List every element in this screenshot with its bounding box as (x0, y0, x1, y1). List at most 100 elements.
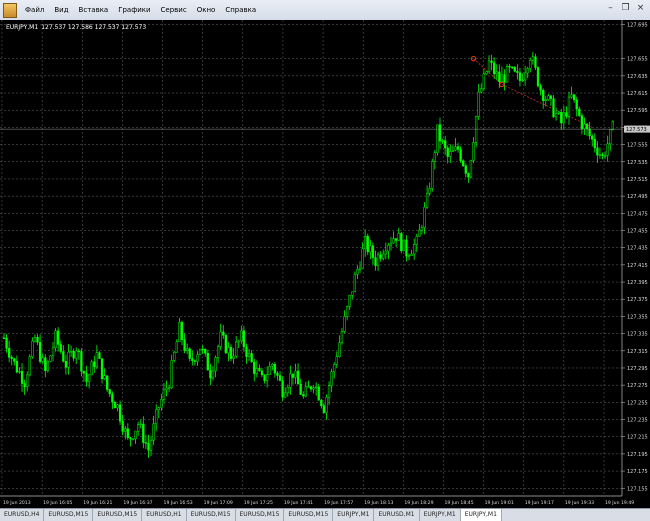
tab-eurjpy-m1[interactable]: EURJPY,M1 (460, 509, 502, 521)
candle-body (100, 358, 104, 379)
candle-body (222, 331, 225, 336)
tab-eurusd-m15[interactable]: EURUSD,M15 (44, 509, 94, 521)
candle-body (366, 235, 369, 253)
candle-body (235, 341, 238, 357)
candle-body (258, 368, 261, 372)
tab-eurusd-m15[interactable]: EURUSD,M15 (235, 509, 285, 521)
candle-body (15, 360, 19, 373)
candle-body (575, 99, 578, 110)
menu-item-charts[interactable]: Графики (113, 0, 155, 20)
x-tick-label: 19 Jun 19:49 (605, 500, 634, 506)
restore-icon[interactable]: ❐ (620, 3, 631, 14)
candle-body (397, 233, 400, 241)
candle-body (446, 147, 449, 157)
trend-line[interactable] (473, 58, 503, 85)
menu-item-insert[interactable]: Вставка (74, 0, 114, 20)
candle-body (516, 70, 519, 73)
tab-eurjpy-m1[interactable]: EURJPY,M1 (333, 509, 375, 521)
candle-body (167, 387, 171, 389)
chart-area[interactable]: 127.695 127.655 127.635 127.615 127.595 127.5… (0, 20, 650, 508)
y-tick-label: 127.195 (627, 452, 648, 458)
candle-body (498, 71, 501, 82)
candle-body (392, 238, 395, 244)
tab-eurusd-h4[interactable]: EURUSD,H4 (0, 509, 45, 521)
candle-body (178, 321, 181, 343)
candle-body (20, 371, 24, 384)
candle-body (219, 331, 222, 347)
tab-eurusd-m15[interactable]: EURUSD,M15 (284, 509, 334, 521)
candle-body (335, 356, 338, 365)
y-tick-label: 127.295 (627, 366, 648, 372)
candle-body (317, 386, 320, 401)
y-tick-label: 127.455 (627, 229, 648, 235)
candle-body (75, 350, 78, 359)
y-tick-label: 127.315 (627, 349, 648, 355)
candle-body (309, 386, 313, 390)
x-tick-label: 19 Jun 18:29 (404, 500, 433, 506)
candle-body (601, 154, 604, 156)
minimize-icon[interactable]: – (605, 3, 616, 14)
tab-eurjpy-m1[interactable]: EURJPY,M1 (419, 509, 461, 521)
candle-body (307, 386, 310, 388)
tab-eurusd-m1[interactable]: EURUSD,M1 (374, 509, 420, 521)
candle-body (369, 245, 372, 253)
y-tick-label: 127.415 (627, 263, 648, 269)
candle-body (95, 352, 99, 368)
candle-body (260, 370, 264, 376)
candle-body (387, 244, 390, 252)
candle-body (451, 150, 455, 152)
candle-body (8, 348, 11, 358)
candle-body (562, 112, 565, 124)
time-axis: 19 Jun 2013 19 Jun 16:05 19 Jun 16:21 19 Ju… (0, 495, 634, 506)
trend-line[interactable] (501, 84, 593, 128)
candle-body (384, 250, 387, 255)
candle-body (126, 428, 129, 438)
candle-body (106, 375, 109, 390)
candle-body (394, 238, 398, 241)
candle-body (340, 331, 344, 344)
candle-body (402, 239, 406, 252)
candle-body (111, 393, 114, 403)
candle-body (183, 339, 186, 351)
candle-body (98, 352, 101, 359)
menu-item-file[interactable]: Файл (20, 0, 49, 20)
candle-body (374, 257, 377, 266)
candle-body (284, 392, 287, 398)
menu-item-view[interactable]: Вид (49, 0, 73, 20)
menu-item-window[interactable]: Окно (192, 0, 221, 20)
candle-body (36, 336, 39, 343)
close-icon[interactable]: × (635, 3, 646, 14)
candle-body (356, 268, 359, 275)
candle-body (271, 364, 274, 367)
x-tick-label: 19 Jun 19:17 (525, 500, 554, 506)
candle-body (389, 242, 393, 246)
x-tick-label: 19 Jun 16:21 (83, 500, 112, 506)
y-tick-label: 127.555 (627, 143, 648, 149)
candle-body (157, 407, 160, 411)
menu-item-help[interactable]: Справка (220, 0, 261, 20)
tab-eurusd-m15[interactable]: EURUSD,M15 (93, 509, 143, 521)
candle-body (472, 142, 475, 161)
candle-body (108, 389, 111, 395)
app-icon[interactable] (3, 3, 17, 18)
candle-body (560, 112, 563, 124)
menu-item-tools[interactable]: Сервис (156, 0, 192, 20)
candle-body (503, 74, 506, 83)
candle-body (54, 330, 57, 349)
candle-body (320, 399, 323, 406)
candle-body (333, 363, 336, 373)
candle-body (80, 351, 83, 372)
candles (2, 51, 614, 458)
candle-body (242, 330, 246, 348)
candle-body (500, 74, 504, 82)
tab-eurusd-m15[interactable]: EURUSD,M15 (186, 509, 236, 521)
candle-body (51, 347, 55, 357)
y-tick-label: 127.595 (627, 108, 648, 114)
x-tick-label: 19 Jun 16:05 (43, 500, 72, 506)
price-chart[interactable]: 127.695 127.655 127.635 127.615 127.595 127.5… (0, 20, 650, 508)
candle-body (294, 370, 297, 378)
candle-body (237, 340, 240, 343)
candle-body (103, 375, 106, 379)
tab-eurusd-h1[interactable]: EURUSD,H1 (142, 509, 187, 521)
trade-arrow-marker[interactable] (499, 81, 505, 88)
